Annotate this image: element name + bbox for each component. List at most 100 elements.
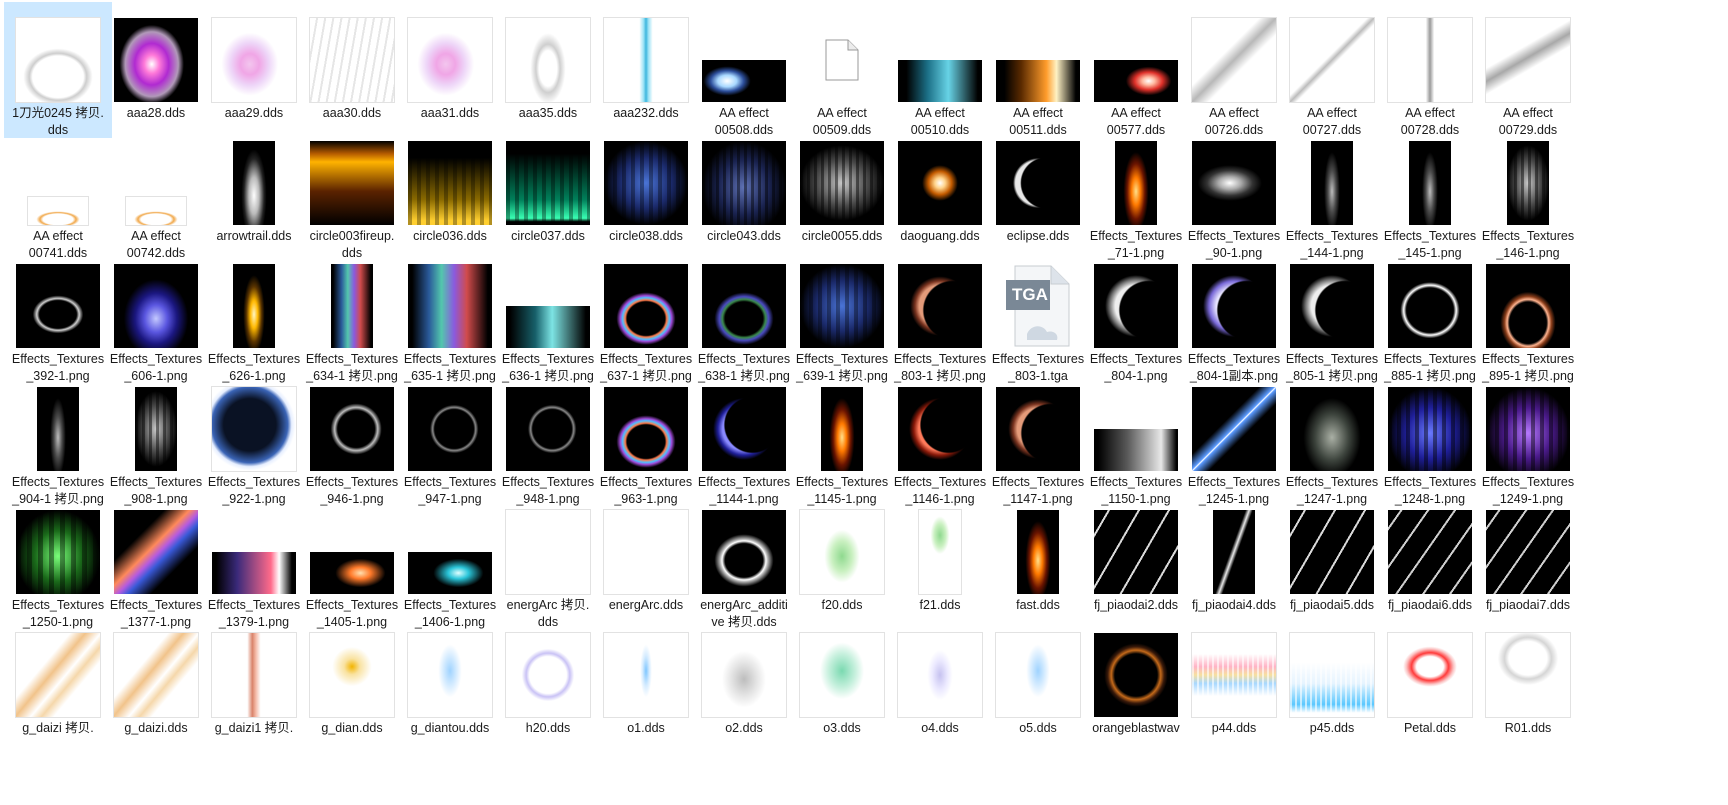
file-item[interactable]: o2.dds — [690, 617, 798, 753]
file-item[interactable]: Effects_Textures _90-1.png — [1180, 125, 1288, 261]
file-item[interactable]: Effects_Textures _922-1.png — [200, 371, 308, 507]
file-item[interactable]: energArc.dds — [592, 494, 700, 630]
file-name-label: aaa232.dds — [613, 106, 679, 120]
file-item[interactable]: g_daizi1 拷贝. — [200, 617, 308, 753]
file-item[interactable]: Effects_Textures _804-1副本.png — [1180, 248, 1288, 384]
file-item[interactable]: daoguang.dds — [886, 125, 994, 261]
file-item[interactable]: AA effect 00577.dds — [1082, 2, 1190, 138]
file-item[interactable]: Effects_Textures _805-1 拷贝.png — [1278, 248, 1386, 384]
file-item[interactable]: Effects_Textures _634-1 拷贝.png — [298, 248, 406, 384]
file-item[interactable]: Effects_Textures _635-1 拷贝.png — [396, 248, 504, 384]
file-item[interactable]: Effects_Textures _1247-1.png — [1278, 371, 1386, 507]
file-item[interactable]: o4.dds — [886, 617, 994, 753]
file-item[interactable]: circle003fireup. dds — [298, 125, 406, 261]
file-item[interactable]: fj_piaodai6.dds — [1376, 494, 1484, 630]
file-item[interactable]: circle0055.dds — [788, 125, 896, 261]
file-item[interactable]: energArc_additi ve 拷贝.dds — [690, 494, 798, 630]
file-item[interactable]: Effects_Textures _606-1.png — [102, 248, 210, 384]
file-item[interactable]: fj_piaodai2.dds — [1082, 494, 1190, 630]
file-item[interactable]: Effects_Textures _392-1.png — [4, 248, 112, 384]
file-item[interactable]: eclipse.dds — [984, 125, 1092, 261]
file-item[interactable]: Effects_Textures _146-1.png — [1474, 125, 1582, 261]
file-item[interactable]: AA effect 00509.dds — [788, 2, 896, 138]
file-item[interactable]: Effects_Textures _636-1 拷贝.png — [494, 248, 602, 384]
file-item[interactable]: Effects_Textures _946-1.png — [298, 371, 406, 507]
texture-preview-image — [1094, 264, 1178, 348]
file-item[interactable]: circle036.dds — [396, 125, 504, 261]
file-item[interactable]: o3.dds — [788, 617, 896, 753]
file-item[interactable]: f21.dds — [886, 494, 994, 630]
file-item[interactable]: Effects_Textures _948-1.png — [494, 371, 602, 507]
file-item[interactable]: Effects_Textures _638-1 拷贝.png — [690, 248, 798, 384]
file-item[interactable]: TGA Effects_Textures _803-1.tga — [984, 248, 1092, 384]
file-item[interactable]: circle037.dds — [494, 125, 602, 261]
file-item[interactable]: Effects_Textures _947-1.png — [396, 371, 504, 507]
file-item[interactable]: AA effect 00510.dds — [886, 2, 994, 138]
file-item[interactable]: aaa35.dds — [494, 2, 602, 138]
file-item[interactable]: Effects_Textures _639-1 拷贝.png — [788, 248, 896, 384]
file-item[interactable]: fj_piaodai5.dds — [1278, 494, 1386, 630]
file-item[interactable]: aaa31.dds — [396, 2, 504, 138]
file-item[interactable]: aaa29.dds — [200, 2, 308, 138]
file-item[interactable]: o1.dds — [592, 617, 700, 753]
file-item[interactable]: aaa30.dds — [298, 2, 406, 138]
file-item[interactable]: Effects_Textures _895-1 拷贝.png — [1474, 248, 1582, 384]
file-item[interactable]: Effects_Textures _144-1.png — [1278, 125, 1386, 261]
file-item[interactable]: circle038.dds — [592, 125, 700, 261]
file-item[interactable]: Effects_Textures _1245-1.png — [1180, 371, 1288, 507]
file-item[interactable]: h20.dds — [494, 617, 602, 753]
file-item[interactable]: f20.dds — [788, 494, 896, 630]
file-item[interactable]: Effects_Textures _1250-1.png — [4, 494, 112, 630]
file-item[interactable]: Effects_Textures _1379-1.png — [200, 494, 308, 630]
file-item[interactable]: AA effect 00511.dds — [984, 2, 1092, 138]
file-item[interactable]: AA effect 00727.dds — [1278, 2, 1386, 138]
file-item[interactable]: AA effect 00729.dds — [1474, 2, 1582, 138]
file-item[interactable]: p45.dds — [1278, 617, 1386, 753]
file-item[interactable]: Effects_Textures _1405-1.png — [298, 494, 406, 630]
file-item[interactable]: Effects_Textures _904-1 拷贝.png — [4, 371, 112, 507]
file-item[interactable]: Effects_Textures _1145-1.png — [788, 371, 896, 507]
file-item[interactable]: p44.dds — [1180, 617, 1288, 753]
file-item[interactable]: Effects_Textures _626-1.png — [200, 248, 308, 384]
file-item[interactable]: Effects_Textures _885-1 拷贝.png — [1376, 248, 1484, 384]
file-item[interactable]: aaa232.dds — [592, 2, 700, 138]
file-item[interactable]: AA effect 00508.dds — [690, 2, 798, 138]
file-item[interactable]: Effects_Textures _1406-1.png — [396, 494, 504, 630]
file-item[interactable]: Effects_Textures _963-1.png — [592, 371, 700, 507]
file-item[interactable]: Effects_Textures _1249-1.png — [1474, 371, 1582, 507]
file-item[interactable]: energArc 拷贝. dds — [494, 494, 602, 630]
file-item[interactable]: fast.dds — [984, 494, 1092, 630]
file-item[interactable]: Effects_Textures _804-1.png — [1082, 248, 1190, 384]
file-thumbnail — [494, 502, 602, 594]
file-item[interactable]: o5.dds — [984, 617, 1092, 753]
file-item[interactable]: AA effect 00726.dds — [1180, 2, 1288, 138]
file-item[interactable]: AA effect 00728.dds — [1376, 2, 1484, 138]
file-item[interactable]: AA effect 00741.dds — [4, 125, 112, 261]
file-item[interactable]: Petal.dds — [1376, 617, 1484, 753]
file-item[interactable]: g_daizi 拷贝. — [4, 617, 112, 753]
file-item[interactable]: Effects_Textures _908-1.png — [102, 371, 210, 507]
texture-preview-image — [800, 264, 884, 348]
file-item[interactable]: g_diantou.dds — [396, 617, 504, 753]
file-item[interactable]: AA effect 00742.dds — [102, 125, 210, 261]
file-item[interactable]: Effects_Textures _1248-1.png — [1376, 371, 1484, 507]
file-item[interactable]: 1刀光0245 拷贝. dds — [4, 2, 112, 138]
file-item[interactable]: Effects_Textures _1147-1.png — [984, 371, 1092, 507]
file-item[interactable]: fj_piaodai7.dds — [1474, 494, 1582, 630]
file-item[interactable]: circle043.dds — [690, 125, 798, 261]
file-item[interactable]: arrowtrail.dds — [200, 125, 308, 261]
file-item[interactable]: Effects_Textures _145-1.png — [1376, 125, 1484, 261]
file-item[interactable]: g_dian.dds — [298, 617, 406, 753]
file-item[interactable]: Effects_Textures _637-1 拷贝.png — [592, 248, 700, 384]
file-item[interactable]: Effects_Textures _1377-1.png — [102, 494, 210, 630]
file-item[interactable]: Effects_Textures _1150-1.png — [1082, 371, 1190, 507]
file-item[interactable]: aaa28.dds — [102, 2, 210, 138]
file-item[interactable]: g_daizi.dds — [102, 617, 210, 753]
file-item[interactable]: R01.dds — [1474, 617, 1582, 753]
file-item[interactable]: Effects_Textures _803-1 拷贝.png — [886, 248, 994, 384]
file-item[interactable]: Effects_Textures _1146-1.png — [886, 371, 994, 507]
file-item[interactable]: Effects_Textures _71-1.png — [1082, 125, 1190, 261]
file-item[interactable]: orangeblastwav — [1082, 617, 1190, 753]
file-item[interactable]: Effects_Textures _1144-1.png — [690, 371, 798, 507]
file-item[interactable]: fj_piaodai4.dds — [1180, 494, 1288, 630]
